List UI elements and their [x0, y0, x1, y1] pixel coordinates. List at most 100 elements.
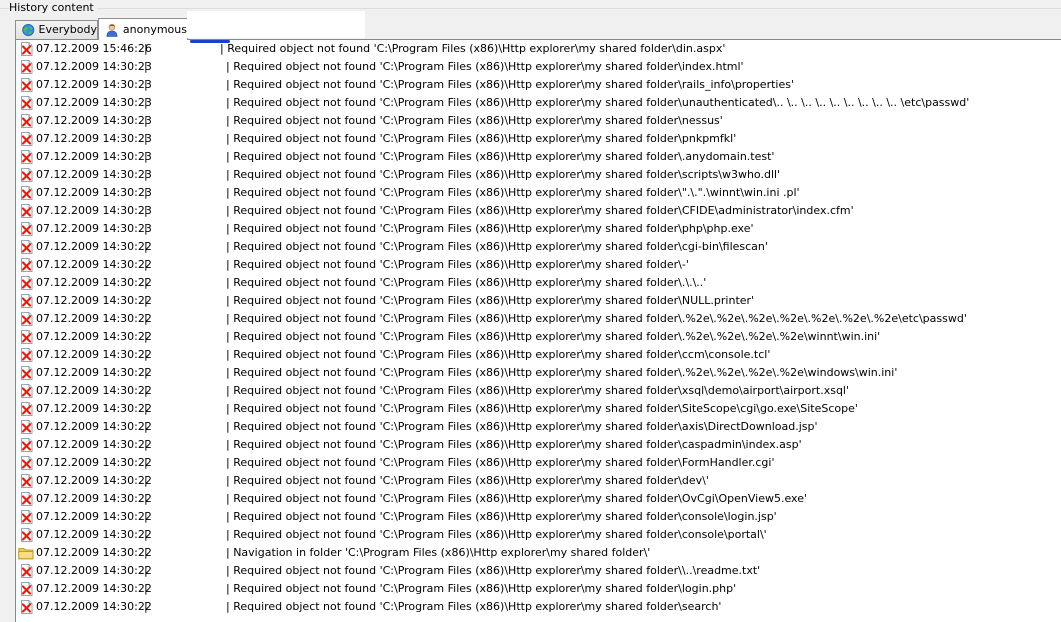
entry-message: | Required object not found 'C:\Program … [226, 348, 771, 361]
error-icon [20, 474, 33, 488]
error-icon [20, 438, 33, 452]
entry-timestamp: 07.12.2009 14:30:22 [36, 258, 152, 271]
list-item[interactable]: 07.12.2009 14:30:23 | | Required object no… [16, 184, 1061, 202]
group-divider [0, 8, 1061, 9]
list-item[interactable]: 07.12.2009 14:30:22 | | Required object no… [16, 418, 1061, 436]
list-item[interactable]: 07.12.2009 14:30:22 | | Required object no… [16, 364, 1061, 382]
list-item[interactable]: 07.12.2009 14:30:22 | | Required object no… [16, 562, 1061, 580]
entry-timestamp: 07.12.2009 14:30:23 [36, 60, 152, 73]
entry-separator: | [144, 366, 148, 379]
tab-everybody-label: Everybody [38, 23, 97, 36]
entry-separator: | [144, 348, 148, 361]
tab-everybody[interactable]: Everybody [15, 20, 98, 39]
entry-message: | Required object not found 'C:\Program … [226, 528, 767, 541]
entry-message: | Required object not found 'C:\Program … [226, 258, 689, 271]
entry-separator: | [144, 60, 148, 73]
list-item[interactable]: 07.12.2009 14:30:23 | | Required object no… [16, 130, 1061, 148]
entry-timestamp: 07.12.2009 14:30:22 [36, 474, 152, 487]
error-icon [20, 150, 33, 164]
tab-anonymous[interactable]: anonymous [98, 18, 188, 40]
list-item[interactable]: 07.12.2009 14:30:22 | | Required object no… [16, 580, 1061, 598]
entry-timestamp: 07.12.2009 14:30:23 [36, 186, 152, 199]
entry-separator: | [144, 402, 148, 415]
entry-separator: | [144, 456, 148, 469]
list-item[interactable]: 07.12.2009 15:46:26 | | Required object no… [16, 40, 1061, 58]
list-item[interactable]: 07.12.2009 14:30:22 | | Required object no… [16, 508, 1061, 526]
list-item[interactable]: 07.12.2009 14:30:22 | | Required object no… [16, 472, 1061, 490]
redaction-mark [190, 40, 230, 43]
entry-message: | Required object not found 'C:\Program … [226, 510, 777, 523]
list-item[interactable]: 07.12.2009 14:30:22 | | Required object no… [16, 292, 1061, 310]
list-item[interactable]: 07.12.2009 14:30:23 | | Required object no… [16, 220, 1061, 238]
entry-timestamp: 07.12.2009 14:30:23 [36, 78, 152, 91]
list-item[interactable]: 07.12.2009 14:30:22 | | Required object no… [16, 526, 1061, 544]
error-icon [20, 348, 33, 362]
entry-separator: | [144, 114, 148, 127]
list-item[interactable]: 07.12.2009 14:30:23 | | Required object no… [16, 112, 1061, 130]
entry-timestamp: 07.12.2009 14:30:23 [36, 132, 152, 145]
entry-message: | Required object not found 'C:\Program … [226, 474, 709, 487]
error-icon [20, 186, 33, 200]
list-item[interactable]: 07.12.2009 14:30:22 | | Required object no… [16, 274, 1061, 292]
entry-message: | Required object not found 'C:\Program … [226, 240, 768, 253]
entry-timestamp: 07.12.2009 14:30:23 [36, 96, 152, 109]
entry-separator: | [144, 528, 148, 541]
list-item[interactable]: 07.12.2009 14:30:23 | | Required object no… [16, 148, 1061, 166]
entry-message: | Required object not found 'C:\Program … [226, 438, 802, 451]
error-icon [20, 564, 33, 578]
error-icon [20, 60, 33, 74]
entry-separator: | [144, 150, 148, 163]
entry-timestamp: 07.12.2009 14:30:22 [36, 312, 152, 325]
entry-separator: | [144, 294, 148, 307]
entry-timestamp: 07.12.2009 14:30:22 [36, 402, 152, 415]
entry-timestamp: 07.12.2009 14:30:22 [36, 384, 152, 397]
error-icon [20, 402, 33, 416]
list-item[interactable]: 07.12.2009 14:30:22 | | Required object no… [16, 310, 1061, 328]
list-item[interactable]: 07.12.2009 14:30:22 | | Required object no… [16, 400, 1061, 418]
list-item[interactable]: 07.12.2009 14:30:22 | | Required object no… [16, 328, 1061, 346]
entry-message: | Required object not found 'C:\Program … [226, 384, 850, 397]
entry-timestamp: 07.12.2009 14:30:23 [36, 222, 152, 235]
list-item[interactable]: 07.12.2009 14:30:23 | | Required object no… [16, 76, 1061, 94]
list-item[interactable]: 07.12.2009 14:30:22 | | Required object no… [16, 346, 1061, 364]
entry-separator: | [144, 168, 148, 181]
entry-timestamp: 07.12.2009 15:46:26 [36, 42, 152, 55]
list-item[interactable]: 07.12.2009 14:30:22 | | Required object no… [16, 256, 1061, 274]
list-item[interactable]: 07.12.2009 14:30:22 | | Required object no… [16, 382, 1061, 400]
entry-separator: | [144, 420, 148, 433]
list-item[interactable]: 07.12.2009 14:30:22 | | Required object no… [16, 238, 1061, 256]
history-list[interactable]: 07.12.2009 15:46:26 | | Required object no… [15, 39, 1061, 622]
error-icon [20, 222, 33, 236]
entry-timestamp: 07.12.2009 14:30:23 [36, 204, 152, 217]
entry-timestamp: 07.12.2009 14:30:22 [36, 528, 152, 541]
group-title: History content [9, 1, 97, 14]
error-icon [20, 96, 33, 110]
entry-message: | Required object not found 'C:\Program … [226, 204, 854, 217]
list-item[interactable]: 07.12.2009 14:30:22 | | Navigation in fold… [16, 544, 1061, 562]
error-icon [20, 492, 33, 506]
list-item[interactable]: 07.12.2009 14:30:22 | | Required object no… [16, 436, 1061, 454]
entry-timestamp: 07.12.2009 14:30:22 [36, 564, 152, 577]
globe-icon [22, 24, 35, 36]
error-icon [20, 582, 33, 596]
list-item[interactable]: 07.12.2009 14:30:23 | | Required object no… [16, 58, 1061, 76]
entry-separator: | [144, 384, 148, 397]
list-item[interactable]: 07.12.2009 14:30:23 | | Required object no… [16, 94, 1061, 112]
entry-message: | Required object not found 'C:\Program … [226, 366, 898, 379]
list-item[interactable]: 07.12.2009 14:30:22 | | Required object no… [16, 454, 1061, 472]
entry-timestamp: 07.12.2009 14:30:22 [36, 456, 152, 469]
entry-timestamp: 07.12.2009 14:30:22 [36, 294, 152, 307]
error-icon [20, 510, 33, 524]
error-icon [20, 528, 33, 542]
entry-timestamp: 07.12.2009 14:30:22 [36, 330, 152, 343]
list-item[interactable]: 07.12.2009 14:30:23 | | Required object no… [16, 166, 1061, 184]
entry-separator: | [144, 96, 148, 109]
entry-separator: | [144, 42, 148, 55]
entry-separator: | [144, 564, 148, 577]
entry-separator: | [144, 546, 148, 559]
list-item[interactable]: 07.12.2009 14:30:22 | | Required object no… [16, 598, 1061, 616]
list-item[interactable]: 07.12.2009 14:30:22 | | Required object no… [16, 490, 1061, 508]
entry-separator: | [144, 492, 148, 505]
error-icon [20, 384, 33, 398]
list-item[interactable]: 07.12.2009 14:30:23 | | Required object no… [16, 202, 1061, 220]
